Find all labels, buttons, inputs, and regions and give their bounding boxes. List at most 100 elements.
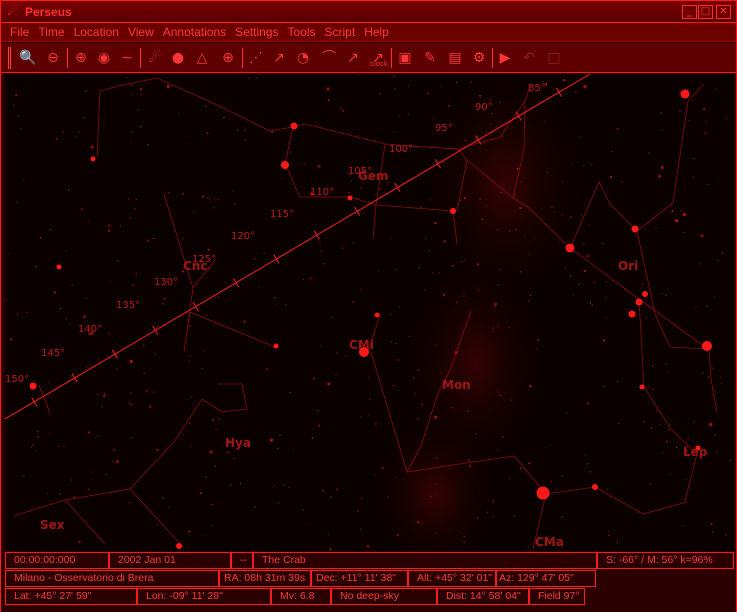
constellation-line	[569, 247, 698, 502]
menu-time[interactable]: Time	[38, 25, 64, 39]
faint-star	[650, 427, 653, 429]
faint-star	[360, 415, 362, 417]
faint-star	[213, 197, 216, 200]
star	[176, 543, 182, 549]
play-icon[interactable]: ▶	[495, 48, 515, 68]
ecliptic-label: 110°	[310, 187, 334, 198]
faint-star	[407, 85, 410, 88]
menu-help[interactable]: Help	[364, 25, 389, 39]
ecliptic-label: 150°	[5, 374, 29, 385]
star	[90, 156, 96, 162]
galaxy-icon[interactable]: ●	[168, 48, 188, 68]
planet-icon[interactable]: ◉	[94, 48, 114, 68]
faint-star	[214, 465, 216, 467]
menu-view[interactable]: View	[128, 25, 154, 39]
faint-star	[665, 364, 667, 366]
faint-star	[205, 476, 207, 478]
minimize-button[interactable]: _	[682, 5, 697, 19]
faint-star	[561, 475, 563, 477]
faint-star	[717, 180, 719, 182]
constellation-figure-icon[interactable]: ↗	[269, 48, 289, 68]
faint-star	[682, 212, 687, 217]
status-mv: Mv: 6.8	[271, 588, 331, 605]
constellation-line	[129, 383, 248, 548]
faint-star	[665, 440, 668, 443]
faint-star	[586, 254, 590, 258]
faint-star	[519, 206, 522, 210]
menu-location[interactable]: Location	[74, 25, 119, 39]
faint-star	[616, 127, 619, 130]
faint-star	[192, 210, 195, 213]
faint-star	[660, 165, 664, 170]
faint-star	[248, 77, 250, 79]
menu-file[interactable]: File	[10, 25, 29, 39]
record-icon[interactable]: □	[544, 48, 564, 68]
settings-gear-icon[interactable]: ⚙	[469, 48, 489, 68]
faint-star	[16, 201, 18, 204]
faint-star	[442, 293, 445, 296]
menu-script[interactable]: Script	[325, 25, 356, 39]
sky-chart[interactable]: 85° 90° 95° 100° 105° 110° 115° 120° 125…	[5, 74, 734, 551]
faint-star	[407, 113, 409, 115]
faint-star	[255, 77, 258, 79]
toolbar-separator	[242, 48, 243, 68]
horizon-icon[interactable]: △	[192, 48, 212, 68]
faint-star	[394, 131, 396, 133]
faint-star	[90, 145, 94, 149]
faint-star	[456, 301, 458, 304]
constellation-label-cnc: Cnc	[183, 259, 207, 273]
faint-star	[486, 511, 489, 513]
zoom-in-icon[interactable]: 🔍	[18, 48, 38, 68]
faint-star	[345, 242, 347, 244]
undo-icon[interactable]: ↶	[519, 48, 539, 68]
menu-settings[interactable]: Settings	[235, 25, 278, 39]
faint-star	[605, 316, 608, 319]
faint-star	[658, 174, 662, 178]
faint-star	[273, 484, 275, 487]
faint-star	[152, 391, 155, 393]
monitor-icon[interactable]: ▣	[395, 48, 415, 68]
print-icon[interactable]: ▤	[445, 48, 465, 68]
faint-star	[528, 462, 531, 465]
faint-star	[496, 229, 499, 231]
milky-way-icon[interactable]: ∼	[117, 48, 137, 68]
telescope-icon[interactable]: ↗	[343, 48, 363, 68]
faint-star	[129, 217, 132, 219]
faint-star	[464, 139, 467, 142]
menu-annotations[interactable]: Annotations	[163, 25, 226, 39]
time-icon[interactable]: ◔	[293, 48, 313, 68]
status-site: Milano - Osservatorio di Brera	[5, 570, 219, 587]
faint-star	[274, 297, 276, 299]
edit-icon[interactable]: ✎	[420, 48, 440, 68]
faint-star	[211, 504, 213, 506]
zoom-out-icon[interactable]: ⊖	[43, 48, 63, 68]
toolbar-grip[interactable]	[8, 47, 11, 69]
close-button[interactable]: ✕	[716, 5, 731, 19]
grid-globe-icon[interactable]: ⊕	[218, 48, 238, 68]
comet-icon[interactable]: ☄	[145, 48, 165, 68]
faint-star	[71, 375, 73, 377]
faint-star	[544, 120, 546, 123]
faint-star	[204, 105, 207, 108]
constellation-lines-icon[interactable]: ⋰	[246, 48, 266, 68]
faint-star	[189, 355, 191, 357]
orbit-icon[interactable]: ⌒	[319, 48, 339, 68]
faint-star	[339, 106, 342, 109]
maximize-button[interactable]: □	[698, 5, 713, 19]
crosshair-icon[interactable]: ⊕	[71, 48, 91, 68]
faint-star	[417, 418, 420, 420]
faint-star	[113, 448, 116, 451]
faint-star	[648, 152, 650, 154]
faint-star	[187, 136, 190, 139]
star	[631, 225, 639, 233]
title-bar[interactable]: ☄ Perseus _ □ ✕	[1, 1, 736, 23]
faint-star	[119, 224, 122, 227]
menu-tools[interactable]: Tools	[288, 25, 316, 39]
faint-star	[675, 446, 678, 449]
faint-star	[288, 486, 290, 488]
sky-map[interactable]: 85° 90° 95° 100° 105° 110° 115° 120° 125…	[5, 74, 734, 551]
faint-star	[618, 422, 620, 425]
constellation-line	[545, 486, 688, 515]
faint-star	[278, 502, 280, 504]
faint-star	[59, 308, 62, 310]
